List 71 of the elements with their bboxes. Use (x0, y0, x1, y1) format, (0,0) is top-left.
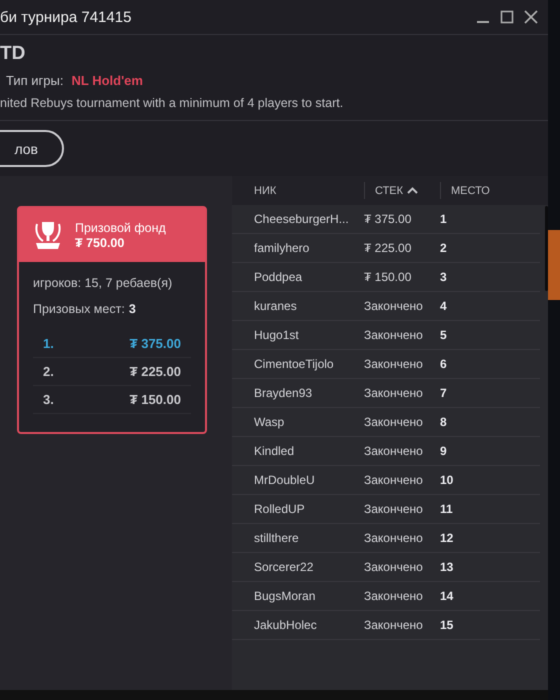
prize-row[interactable]: 2. ₮ 225.00 (33, 358, 191, 386)
maximize-icon[interactable] (498, 8, 516, 26)
prize-amount: ₮ 150.00 (130, 392, 181, 407)
table-cell-text: BugsMoran (253, 589, 316, 603)
table-cell-text: 8 (439, 415, 448, 429)
table-cell-text: 10 (439, 473, 454, 487)
prize-place: 2. (43, 364, 54, 379)
table-cell-text: MrDoubleU (253, 473, 316, 487)
prize-pool-title: Призовой фонд (75, 220, 166, 234)
table-cell-text: 4 (439, 299, 448, 313)
table-cell-text: kuranes (253, 299, 298, 313)
window-title: би турнира 741415 (0, 8, 132, 26)
table-cell-text: Закончено (364, 589, 424, 603)
table-cell-text: CimentoeTijolo (253, 357, 335, 371)
close-icon[interactable] (522, 8, 540, 26)
table-cell-text: Закончено (364, 357, 424, 371)
table-cell-text: CheeseburgerH... (253, 212, 350, 226)
table-cell-text: Brayden93 (253, 386, 314, 400)
prize-place: 1. (43, 336, 54, 351)
game-type-value: NL Hold'em (71, 73, 143, 88)
table-cell-text: stillthere (253, 531, 300, 545)
table-cell-text: 2 (439, 241, 448, 255)
table-cell-text: 1 (439, 212, 448, 226)
table-cell-text: RolledUP (253, 502, 306, 516)
prize-pool-amount: ₮ 750.00 (75, 236, 126, 250)
table-cell-text: Poddpea (253, 270, 304, 284)
table-cell-text: 7 (439, 386, 448, 400)
prize-places-value: 3 (128, 302, 136, 316)
table-cell-text: familyhero (253, 241, 310, 255)
prize-row[interactable]: 1. ₮ 375.00 (33, 330, 191, 358)
table-cell-text: 9 (439, 444, 448, 458)
table-cell-text: Закончено (364, 415, 424, 429)
table-cell-text: Закончено (364, 473, 424, 487)
table-cell-text: Wasp (253, 415, 286, 429)
table-cell-text: Закончено (364, 560, 424, 574)
table-cell-text: Sorcerer22 (253, 560, 314, 574)
table-cell-text: Hugo1st (253, 328, 300, 342)
prize-row[interactable]: 3. ₮ 150.00 (33, 386, 191, 414)
column-header[interactable]: НИК (232, 182, 364, 199)
table-cell-text: 11 (439, 502, 454, 516)
scrollbar[interactable] (545, 206, 548, 291)
game-type-label: Тип игры: (6, 73, 64, 88)
table-cell-text: 6 (439, 357, 448, 371)
table-cell-text: 13 (439, 560, 454, 574)
players-count: игроков: 15, 7 ребаев(я) (33, 275, 174, 292)
column-header[interactable]: СТЕК (364, 182, 440, 199)
prize-place: 3. (43, 392, 54, 407)
prize-amount: ₮ 225.00 (130, 364, 181, 379)
prize-amount: ₮ 375.00 (130, 336, 181, 351)
table-cell-text: 5 (439, 328, 448, 342)
table-cell-text: Закончено (364, 502, 424, 516)
table-cell-text: 14 (439, 589, 454, 603)
tournament-description: nited Rebuys tournament with a minimum of 4 players to start. (0, 96, 344, 110)
table-cell-text: 3 (439, 270, 448, 284)
table-cell-text: 12 (439, 531, 454, 545)
table-cell-text: Закончено (364, 299, 424, 313)
table-cell-text: JakubHolec (253, 618, 318, 632)
table-cell-text: Kindled (253, 444, 296, 458)
table-cell-text: Закончено (364, 444, 424, 458)
table-cell-text: Закончено (364, 386, 424, 400)
table-cell-text: Закончено (364, 618, 424, 632)
sort-ascending-icon (407, 187, 418, 194)
table-cell-text: ₮ 150.00 (364, 270, 412, 284)
table-cell-text: Закончено (364, 328, 424, 342)
table-cell-text: ₮ 225.00 (364, 241, 412, 255)
pill-button[interactable]: лов (0, 130, 64, 167)
table-cell-text: 15 (439, 618, 454, 632)
table-cell-text: ₮ 375.00 (364, 212, 412, 226)
table-cell-text: Закончено (364, 531, 424, 545)
tournament-name: TD (0, 43, 26, 65)
prize-places-label: Призовых мест: (33, 302, 125, 316)
